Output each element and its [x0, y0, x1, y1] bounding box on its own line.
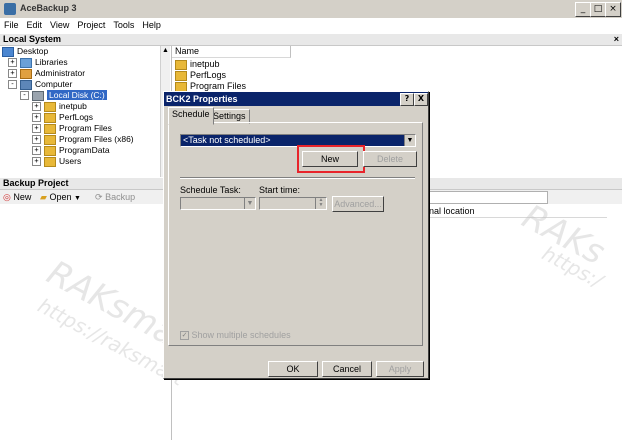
- local-system-title: Local System: [3, 34, 62, 44]
- scroll-up-icon[interactable]: ▲: [161, 46, 170, 55]
- tree-item-programdata[interactable]: + ProgramData: [32, 145, 110, 156]
- spin-icon[interactable]: ▲ ▼: [315, 198, 326, 209]
- dialog-close-button[interactable]: X: [414, 93, 428, 106]
- menu-edit[interactable]: Edit: [23, 18, 47, 30]
- user-folder-icon: [20, 68, 32, 79]
- start-time-label: Start time:: [259, 185, 301, 195]
- toolbar-combo[interactable]: [426, 191, 548, 204]
- local-system-header: Local System ×: [0, 34, 622, 46]
- separator: [180, 177, 415, 179]
- list-item-inetpub[interactable]: inetpub: [175, 59, 220, 70]
- chevron-down-icon[interactable]: ▼: [244, 198, 255, 209]
- advanced-button[interactable]: Advanced...: [332, 196, 384, 212]
- tree-item-administrator[interactable]: + Administrator: [8, 68, 85, 79]
- open-project-button[interactable]: ▰ Open ▼: [40, 191, 81, 203]
- window-title: AceBackup 3: [20, 3, 77, 13]
- libraries-icon: [20, 57, 32, 68]
- tree-item-program-files[interactable]: + Program Files: [32, 123, 112, 134]
- new-project-button[interactable]: ◎ New: [3, 191, 31, 203]
- dropdown-icon: ▼: [73, 195, 81, 202]
- show-multiple-checkbox[interactable]: ✓ Show multiple schedules: [180, 330, 291, 341]
- delete-schedule-button[interactable]: Delete: [363, 151, 417, 167]
- folder-icon: [175, 70, 187, 81]
- schedule-task-label: Schedule Task:: [180, 185, 241, 195]
- ok-button[interactable]: OK: [268, 361, 318, 377]
- start-time-input[interactable]: ▲ ▼: [259, 197, 327, 210]
- expand-icon[interactable]: +: [32, 113, 41, 123]
- tree-item-perflogs[interactable]: + PerfLogs: [32, 112, 93, 123]
- tab-schedule[interactable]: Schedule: [168, 107, 214, 125]
- backup-button[interactable]: ⟳ Backup: [95, 191, 135, 203]
- tree-item-local-disk[interactable]: - Local Disk (C:): [20, 90, 107, 101]
- tree-item-desktop[interactable]: Desktop: [2, 46, 48, 57]
- expand-icon[interactable]: +: [32, 102, 41, 112]
- dialog-title: BCK2 Properties: [166, 94, 238, 104]
- backup-project-title: Backup Project: [3, 178, 69, 188]
- window-title-bar: AceBackup 3 _ □ ×: [0, 0, 622, 19]
- folder-icon: [44, 112, 56, 123]
- tree-item-computer[interactable]: - Computer: [8, 79, 72, 90]
- expand-icon[interactable]: +: [8, 69, 17, 79]
- dialog-title-bar: BCK2 Properties ? X: [164, 92, 428, 106]
- close-button[interactable]: ×: [605, 2, 621, 17]
- minimize-button[interactable]: _: [575, 2, 591, 17]
- checkbox-icon[interactable]: ✓: [180, 331, 189, 341]
- local-system-close-icon[interactable]: ×: [614, 34, 619, 45]
- expand-icon[interactable]: +: [32, 135, 41, 145]
- maximize-button[interactable]: □: [590, 2, 606, 17]
- properties-dialog: BCK2 Properties ? X Schedule Settings <T…: [163, 91, 429, 379]
- folder-icon: [44, 101, 56, 112]
- menu-view[interactable]: View: [46, 18, 73, 30]
- new-icon: ◎: [3, 192, 11, 202]
- column-header-location[interactable]: inal location: [427, 206, 607, 218]
- expand-icon[interactable]: +: [32, 124, 41, 134]
- open-folder-icon: ▰: [40, 192, 47, 202]
- expand-icon[interactable]: +: [32, 146, 41, 156]
- apply-button[interactable]: Apply: [376, 361, 424, 377]
- folder-icon: [175, 59, 187, 70]
- folder-icon: [44, 123, 56, 134]
- schedule-task-select[interactable]: ▼: [180, 197, 256, 210]
- menu-tools[interactable]: Tools: [109, 18, 138, 30]
- tree-item-program-files-x86[interactable]: + Program Files (x86): [32, 134, 134, 145]
- app-icon: [4, 3, 16, 15]
- computer-icon: [20, 79, 32, 90]
- highlight-box: [297, 145, 365, 173]
- expand-icon[interactable]: +: [32, 157, 41, 167]
- chevron-down-icon[interactable]: ▼: [404, 135, 415, 146]
- expand-icon[interactable]: +: [8, 58, 17, 68]
- folder-icon: [44, 145, 56, 156]
- cancel-button[interactable]: Cancel: [322, 361, 372, 377]
- help-button[interactable]: ?: [400, 93, 414, 106]
- column-header-name[interactable]: Name: [172, 46, 291, 58]
- backup-icon: ⟳: [95, 192, 103, 202]
- schedule-tab-page: <Task not scheduled> ▼ New Delete Schedu…: [168, 122, 423, 346]
- desktop-icon: [2, 46, 14, 57]
- folder-icon: [44, 134, 56, 145]
- menu-help[interactable]: Help: [138, 18, 165, 30]
- menu-file[interactable]: File: [0, 18, 23, 30]
- tree-item-users[interactable]: + Users: [32, 156, 81, 167]
- tree-item-inetpub[interactable]: + inetpub: [32, 101, 87, 112]
- menu-project[interactable]: Project: [73, 18, 109, 30]
- folder-tree: Desktop + Libraries + Administrator - Compu…: [0, 46, 170, 177]
- folder-icon: [44, 156, 56, 167]
- collapse-icon[interactable]: -: [8, 80, 17, 90]
- list-item-perflogs[interactable]: PerfLogs: [175, 70, 226, 81]
- menu-bar: File Edit View Project Tools Help: [0, 18, 622, 33]
- drive-icon: [32, 90, 44, 101]
- collapse-icon[interactable]: -: [20, 91, 29, 101]
- tree-item-libraries[interactable]: + Libraries: [8, 57, 68, 68]
